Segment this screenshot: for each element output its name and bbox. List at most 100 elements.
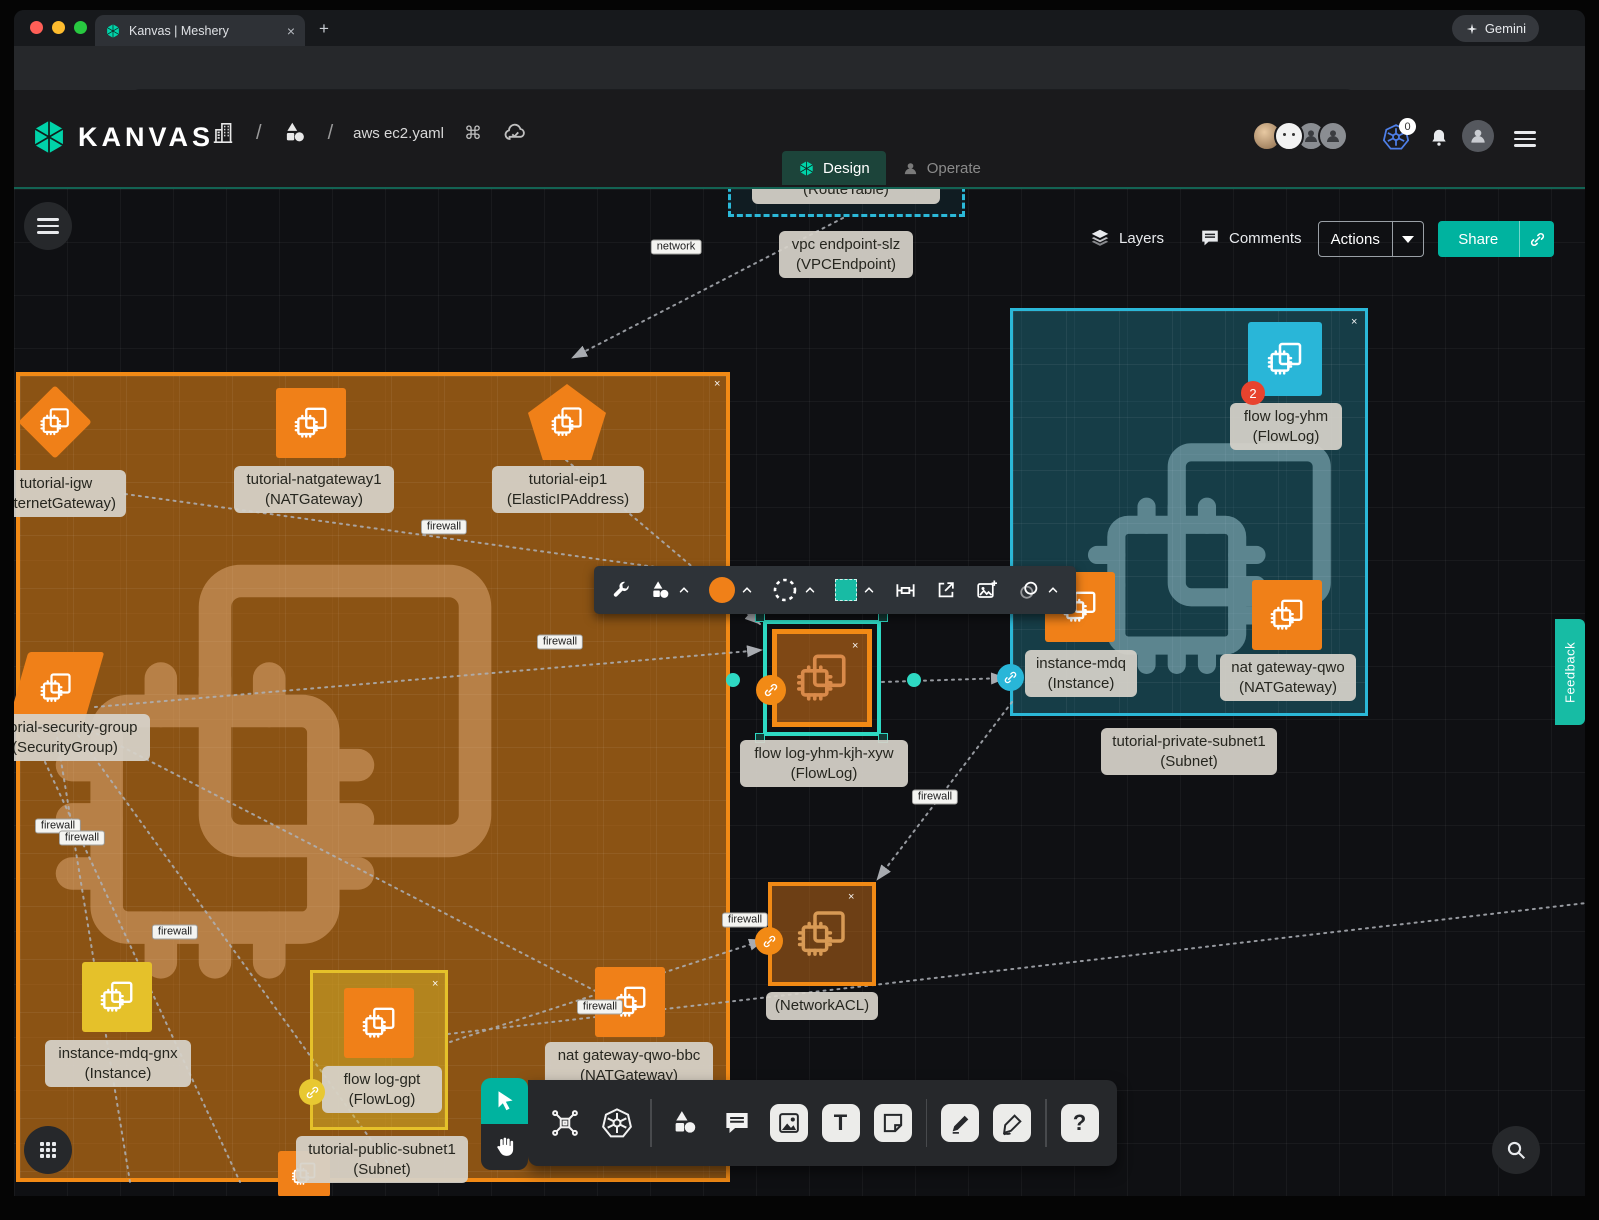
person-icon xyxy=(1324,127,1342,145)
tool-freehand-draw[interactable] xyxy=(993,1104,1031,1142)
node-nat-qwo[interactable] xyxy=(1252,580,1322,650)
node-instance-gnx[interactable] xyxy=(82,962,152,1032)
region-collapse-icon[interactable]: × xyxy=(714,379,720,390)
edge-label[interactable]: firewall xyxy=(722,913,768,928)
selected-node-link-badge[interactable] xyxy=(756,675,786,705)
shapes-icon xyxy=(649,579,672,602)
window-zoom-button[interactable] xyxy=(74,21,87,34)
chip-icon xyxy=(38,405,72,439)
toolbar-divider xyxy=(650,1099,652,1147)
collaborator-avatar[interactable] xyxy=(1318,121,1348,151)
node-label-public-subnet: tutorial-public-subnet1(Subnet) xyxy=(296,1136,468,1183)
tool-meshery-components[interactable] xyxy=(546,1104,584,1142)
image-icon xyxy=(776,1110,802,1136)
configure-wrench-icon[interactable] xyxy=(610,580,631,601)
canvas-menu-button[interactable] xyxy=(24,202,72,250)
comments-button[interactable]: Comments xyxy=(1199,227,1302,249)
tool-image[interactable] xyxy=(770,1104,808,1142)
browser-tab[interactable]: Kanvas | Meshery × xyxy=(95,15,305,46)
actions-button[interactable]: Actions xyxy=(1318,221,1424,257)
kanvas-logo-icon xyxy=(30,117,68,157)
flow-log-gpt-link-badge[interactable] xyxy=(299,1079,325,1105)
fill-color-button[interactable] xyxy=(709,577,754,603)
notifications-bell-icon[interactable] xyxy=(1428,127,1450,149)
workspace-shapes-icon[interactable] xyxy=(282,120,308,146)
shapes-icon xyxy=(670,1108,700,1138)
actions-label: Actions xyxy=(1319,231,1392,248)
organization-icon[interactable] xyxy=(210,120,236,146)
tool-edge-pen[interactable] xyxy=(941,1104,979,1142)
keyboard-shortcuts-icon[interactable]: ⌘ xyxy=(464,123,482,144)
window-close-button[interactable] xyxy=(30,21,43,34)
resize-width-icon[interactable] xyxy=(894,579,917,602)
copy-link-button[interactable] xyxy=(1520,231,1554,248)
chip-icon xyxy=(1265,339,1305,379)
layers-label: Layers xyxy=(1119,230,1164,247)
edge-label[interactable]: firewall xyxy=(912,790,958,805)
tool-sticky-note[interactable] xyxy=(874,1104,912,1142)
node-collapse-icon[interactable]: × xyxy=(852,641,858,652)
tab-close-icon[interactable]: × xyxy=(287,23,295,39)
share-button[interactable]: Share xyxy=(1438,221,1554,257)
user-avatar-button[interactable] xyxy=(1462,120,1494,152)
shapes-dock-button[interactable] xyxy=(24,1126,72,1174)
tool-select-cursor[interactable] xyxy=(481,1078,528,1124)
selection-handle-left[interactable] xyxy=(726,673,740,687)
subnet-link-badge[interactable] xyxy=(997,664,1024,691)
border-style-button[interactable] xyxy=(772,577,817,603)
node-collapse-icon[interactable]: × xyxy=(432,979,438,990)
new-tab-button[interactable]: + xyxy=(319,19,329,39)
actions-dropdown-button[interactable] xyxy=(1393,236,1423,243)
node-label-route-table: (RouteTable) xyxy=(752,187,940,204)
selection-color-button[interactable] xyxy=(835,579,876,601)
browser-tab-strip: Kanvas | Meshery × + Gemini xyxy=(14,10,1585,46)
toolbar-divider xyxy=(1045,1099,1047,1147)
region-collapse-icon[interactable]: × xyxy=(1351,317,1357,328)
edge-label[interactable]: firewall xyxy=(421,520,467,535)
design-canvas[interactable]: × × (RouteTable) vpc endpoint-slz(VPCEnd… xyxy=(14,187,1585,1196)
node-natgateway1[interactable] xyxy=(276,388,346,458)
add-image-icon[interactable] xyxy=(975,578,999,602)
open-external-icon[interactable] xyxy=(935,579,957,601)
feedback-tab[interactable]: Feedback xyxy=(1555,619,1585,725)
tool-pan-hand[interactable] xyxy=(481,1124,528,1170)
collaborator-avatar-bot[interactable] xyxy=(1274,121,1304,151)
app-menu-button[interactable] xyxy=(1514,127,1536,151)
chip-icon xyxy=(793,649,851,707)
chip-icon xyxy=(360,1004,398,1042)
tool-shapes[interactable] xyxy=(666,1104,704,1142)
cloud-sync-icon[interactable] xyxy=(502,120,528,146)
edge-label[interactable]: firewall xyxy=(577,1000,623,1015)
tab-title: Kanvas | Meshery xyxy=(129,24,279,38)
gemini-button[interactable]: Gemini xyxy=(1452,15,1539,42)
tool-comment[interactable] xyxy=(718,1104,756,1142)
selection-handle-right[interactable] xyxy=(907,673,921,687)
tab-operate[interactable]: Operate xyxy=(886,151,997,185)
node-label-network-acl: (NetworkACL) xyxy=(766,992,878,1020)
node-flow-log-gpt[interactable] xyxy=(344,988,414,1058)
chip-icon xyxy=(549,404,585,440)
zoom-button[interactable] xyxy=(1492,1126,1540,1174)
cursor-icon xyxy=(492,1088,518,1114)
environment-k8s-button[interactable]: 0 xyxy=(1382,123,1410,151)
tool-text[interactable]: T xyxy=(822,1104,860,1142)
edge-label[interactable]: firewall xyxy=(59,831,105,846)
edge-label[interactable]: firewall xyxy=(537,635,583,650)
tab-design[interactable]: Design xyxy=(782,151,886,185)
edge-label[interactable]: network xyxy=(651,240,702,255)
layers-button[interactable]: Layers xyxy=(1089,227,1164,249)
tool-help[interactable]: ? xyxy=(1061,1104,1099,1142)
tool-kubernetes-components[interactable] xyxy=(598,1104,636,1142)
shape-picker-button[interactable] xyxy=(649,579,691,602)
pencil-icon xyxy=(1000,1111,1025,1136)
layers-icon xyxy=(1089,227,1111,249)
opacity-button[interactable] xyxy=(1017,578,1060,602)
design-file-name[interactable]: aws ec2.yaml xyxy=(353,125,444,142)
node-collapse-icon[interactable]: × xyxy=(848,892,854,903)
chevron-up-icon xyxy=(740,583,754,597)
window-minimize-button[interactable] xyxy=(52,21,65,34)
node-network-acl[interactable] xyxy=(768,882,876,986)
network-acl-link-badge[interactable] xyxy=(755,927,783,955)
sparkle-icon xyxy=(1465,22,1479,36)
edge-label[interactable]: firewall xyxy=(152,925,198,940)
